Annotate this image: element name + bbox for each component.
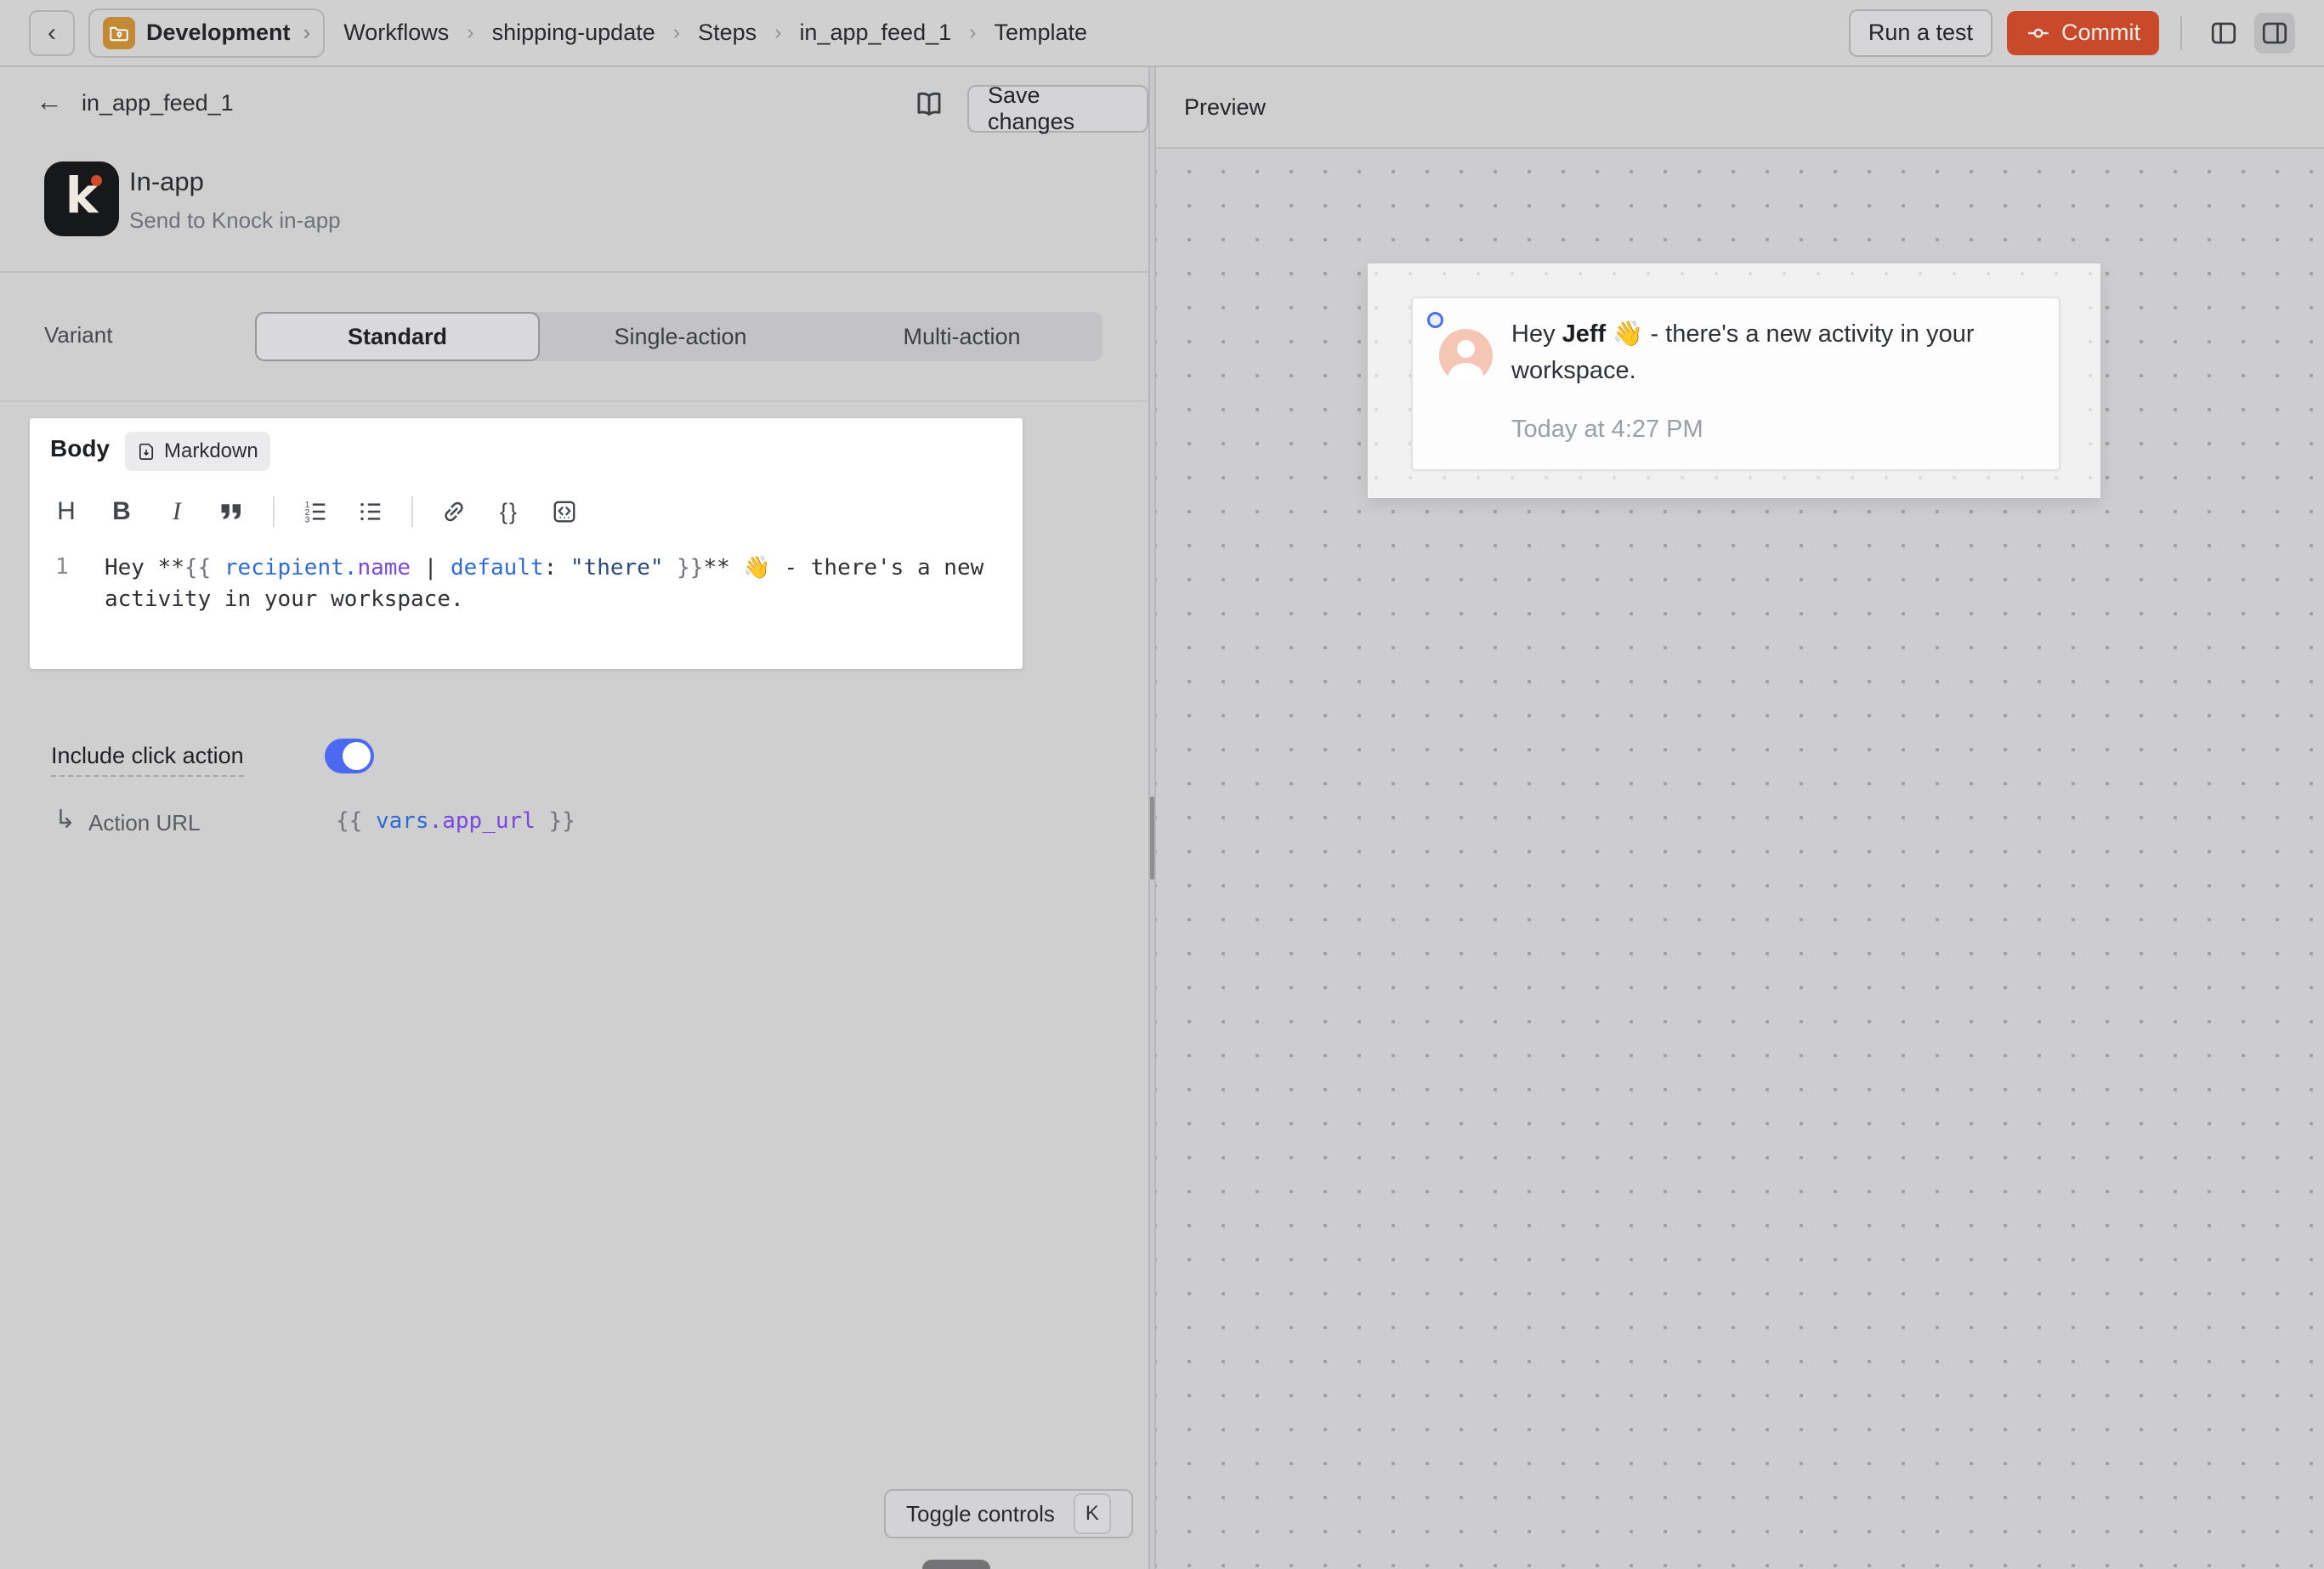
svg-text:3: 3	[305, 516, 310, 525]
channel-title: In-app	[129, 167, 204, 197]
code-line-number: 1	[55, 554, 69, 580]
top-bar: ‹ Development › Workflows › shipping-upd…	[0, 0, 2324, 67]
variant-option-multi-action[interactable]: Multi-action	[821, 312, 1102, 361]
section-divider	[0, 271, 1148, 273]
notification-preview-card[interactable]: Hey Jeff 👋 - there's a new activity in y…	[1411, 297, 2060, 471]
variant-option-label: Multi-action	[903, 324, 1020, 350]
variant-option-standard[interactable]: Standard	[255, 312, 540, 361]
knock-in-app-channel-logo: k	[44, 161, 119, 236]
notification-timestamp: Today at 4:27 PM	[1511, 416, 1703, 444]
preview-panel: Preview Hey Jeff 👋 - there's a new activ…	[1156, 67, 2324, 1569]
ordered-list-icon[interactable]: 1 2 3	[301, 497, 330, 526]
run-a-test-button[interactable]: Run a test	[1849, 9, 1992, 57]
environment-folder-icon	[103, 17, 135, 49]
toolbar-divider	[273, 496, 275, 527]
action-url-value[interactable]: {{ vars.app_url }}	[336, 808, 575, 834]
breadcrumb-step-name[interactable]: in_app_feed_1	[799, 20, 951, 46]
variant-option-single-action[interactable]: Single-action	[540, 312, 821, 361]
tooltip-stub	[922, 1560, 990, 1569]
topbar-divider	[2180, 16, 2182, 50]
link-icon[interactable]	[439, 497, 468, 526]
docs-book-icon[interactable]	[911, 86, 947, 122]
knock-logo-dot	[91, 175, 102, 186]
template-editor-panel: ← in_app_feed_1 Save changes k In-app Se…	[0, 67, 1148, 1569]
chevron-right-icon: ›	[969, 20, 976, 45]
preview-header: Preview	[1156, 67, 2324, 149]
variant-segmented-control: Standard Single-action Multi-action	[255, 312, 1102, 361]
channel-subtitle: Send to Knock in-app	[129, 207, 341, 234]
save-changes-label: Save changes	[988, 82, 1128, 135]
avatar	[1439, 329, 1493, 382]
body-code-editor[interactable]: Hey **{{ recipient.name | default: "ther…	[105, 552, 1007, 615]
back-chevron-icon: ‹	[48, 19, 56, 48]
chevron-right-icon: ›	[673, 20, 680, 45]
breadcrumb-workflow-name[interactable]: shipping-update	[492, 20, 655, 46]
breadcrumb-workflows[interactable]: Workflows	[343, 20, 449, 46]
panel-left-icon	[2209, 19, 2238, 48]
format-badge[interactable]: Markdown	[125, 432, 270, 471]
avatar-body-shape	[1448, 363, 1483, 382]
back-button[interactable]: ‹	[29, 10, 75, 56]
knock-k-glyph: k	[44, 167, 119, 224]
avatar-head-shape	[1457, 340, 1475, 358]
toolbar-divider	[411, 496, 413, 527]
environment-label: Development	[146, 20, 291, 46]
unread-indicator	[1427, 312, 1443, 328]
save-changes-button[interactable]: Save changes	[967, 85, 1148, 133]
breadcrumb-steps[interactable]: Steps	[698, 20, 757, 46]
commit-icon	[2026, 20, 2051, 46]
bold-icon[interactable]: B	[107, 497, 136, 526]
heading-icon[interactable]: H	[52, 497, 81, 526]
editor-header: ← in_app_feed_1 Save changes	[0, 67, 1148, 148]
breadcrumb-template[interactable]: Template	[994, 20, 1087, 46]
toggle-knob	[343, 742, 371, 770]
toggle-right-panel-button[interactable]	[2254, 13, 2295, 54]
code-block-icon[interactable]	[550, 497, 579, 526]
back-arrow-icon[interactable]: ←	[36, 86, 63, 117]
bullet-list-icon[interactable]	[356, 497, 385, 526]
commit-button[interactable]: Commit	[2007, 11, 2159, 55]
chevron-right-icon: ›	[774, 20, 781, 45]
breadcrumb: Workflows › shipping-update › Steps › in…	[343, 20, 1087, 46]
notification-message: Hey Jeff 👋 - there's a new activity in y…	[1511, 316, 2021, 389]
panel-right-icon	[2260, 19, 2289, 48]
variant-option-label: Single-action	[614, 324, 746, 350]
step-name-label: in_app_feed_1	[82, 90, 234, 116]
markdown-file-icon	[137, 442, 156, 462]
chevron-right-icon: ›	[303, 20, 311, 46]
resize-drag-handle[interactable]	[1150, 796, 1154, 880]
format-badge-label: Markdown	[164, 439, 258, 463]
run-a-test-label: Run a test	[1868, 20, 1973, 46]
variant-option-label: Standard	[348, 324, 447, 350]
keyboard-shortcut-badge: K	[1074, 1493, 1111, 1534]
italic-icon[interactable]: I	[162, 497, 191, 526]
return-arrow-icon: ↳	[54, 805, 76, 835]
body-field-label: Body	[50, 435, 110, 462]
environment-switcher[interactable]: Development ›	[88, 8, 325, 58]
editor-toolbar: H B I 1 2 3	[52, 496, 579, 527]
liquid-variable-icon[interactable]: {}	[495, 497, 524, 526]
blockquote-icon[interactable]	[218, 497, 247, 526]
action-url-label: Action URL	[88, 810, 201, 836]
chevron-right-icon: ›	[467, 20, 473, 45]
section-divider	[0, 400, 1148, 402]
variant-label: Variant	[44, 322, 112, 348]
toggle-controls-button[interactable]: Toggle controls K	[884, 1489, 1133, 1538]
panel-resize-divider[interactable]	[1148, 67, 1156, 1569]
body-editor-card: Body Markdown H B I	[30, 418, 1023, 669]
preview-title: Preview	[1184, 94, 1266, 121]
preview-dotted-canvas: Hey Jeff 👋 - there's a new activity in y…	[1156, 149, 2324, 1569]
include-click-action-toggle[interactable]	[325, 739, 374, 773]
feed-preview-container: Hey Jeff 👋 - there's a new activity in y…	[1368, 263, 2100, 498]
toggle-left-panel-button[interactable]	[2203, 13, 2244, 54]
commit-label: Commit	[2061, 20, 2140, 46]
app-window: ‹ Development › Workflows › shipping-upd…	[0, 0, 2324, 1569]
toggle-controls-label: Toggle controls	[906, 1501, 1055, 1527]
include-click-action-label: Include click action	[51, 743, 244, 777]
